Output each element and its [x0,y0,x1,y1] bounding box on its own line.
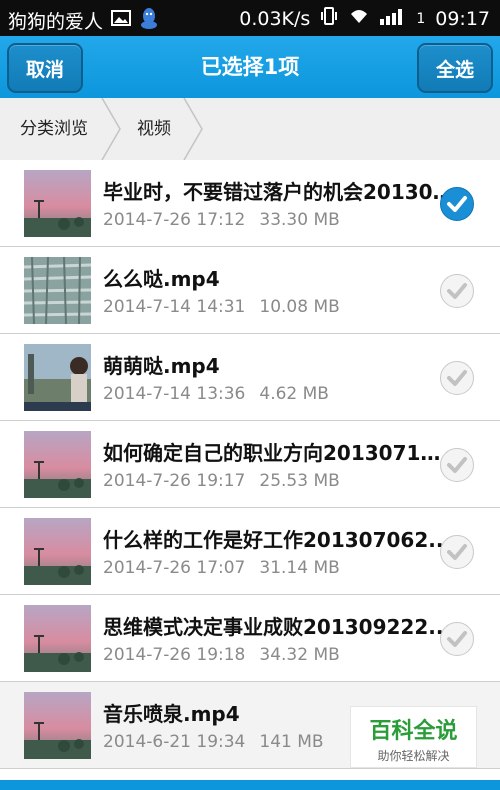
file-row[interactable]: 什么样的工作是好工作201307062... 2014-7-26 17:07 31… [0,508,500,595]
file-date: 2014-7-26 17:07 [103,558,246,578]
file-size: 10.08 MB [259,297,340,317]
file-meta: 2014-7-26 17:07 31.14 MB [103,558,340,578]
cancel-button[interactable]: 取消 [7,43,83,93]
file-list: 毕业时，不要错过落户的机会20130... 2014-7-26 17:12 33.… [0,160,500,769]
file-meta: 2014-7-26 17:12 33.30 MB [103,210,340,230]
checkmark-icon [447,196,467,212]
file-size: 4.62 MB [259,384,329,404]
breadcrumb-item-category[interactable]: 分类浏览 [20,98,88,160]
checkmark-icon [447,631,467,647]
checkmark-icon [447,544,467,560]
checkmark-icon [447,283,467,299]
file-meta: 2014-7-14 13:36 4.62 MB [103,384,329,404]
vibrate-icon [320,6,338,31]
bottom-bar [0,780,500,790]
status-bar: 狗狗的爱人 0.03K/s 1 09:17 [0,0,500,36]
video-thumbnail [24,344,91,411]
file-name: 思维模式决定事业成败201309222... [103,615,452,639]
file-meta: 2014-7-14 14:31 10.08 MB [103,297,340,317]
file-row[interactable]: 毕业时，不要错过落户的机会20130... 2014-7-26 17:12 33.… [0,160,500,247]
select-checkbox[interactable] [440,361,474,395]
file-name: 萌萌哒.mp4 [103,354,220,378]
file-row[interactable]: 么么哒.mp4 2014-7-14 14:31 10.08 MB [0,247,500,334]
watermark-subtitle: 助你轻松解决 [377,749,450,763]
file-date: 2014-7-26 17:12 [103,210,246,230]
qq-icon [139,6,159,35]
checkmark-icon [447,370,467,386]
file-name: 毕业时，不要错过落户的机会20130... [103,180,453,204]
wifi-icon [348,7,370,30]
video-thumbnail [24,257,91,324]
notification-text: 狗狗的爱人 [8,11,104,33]
select-checkbox[interactable] [440,187,474,221]
file-name: 么么哒.mp4 [103,267,220,291]
breadcrumb-separator-icon [183,98,203,160]
file-row[interactable]: 萌萌哒.mp4 2014-7-14 13:36 4.62 MB [0,334,500,421]
checkmark-icon [447,457,467,473]
file-size: 141 MB [259,732,324,752]
file-row[interactable]: 思维模式决定事业成败201309222... 2014-7-26 19:18 34… [0,595,500,682]
breadcrumb-separator-icon [101,98,121,160]
select-checkbox[interactable] [440,535,474,569]
file-name: 什么样的工作是好工作201307062... [103,528,452,552]
video-thumbnail [24,692,91,759]
title-bar: 已选择1项 取消 全选 [0,36,500,98]
video-thumbnail [24,605,91,672]
file-row[interactable]: 如何确定自己的职业方向20130719... 2014-7-26 19:17 25… [0,421,500,508]
file-meta: 2014-7-26 19:17 25.53 MB [103,471,340,491]
file-date: 2014-7-14 14:31 [103,297,246,317]
watermark-title: 百科全说 [369,719,458,744]
file-date: 2014-7-26 19:18 [103,645,246,665]
video-thumbnail [24,518,91,585]
file-size: 34.32 MB [259,645,340,665]
file-meta: 2014-7-26 19:18 34.32 MB [103,645,340,665]
file-date: 2014-6-21 19:34 [103,732,246,752]
select-checkbox[interactable] [440,622,474,656]
file-size: 31.14 MB [259,558,340,578]
breadcrumb: 分类浏览 视频 [0,98,500,161]
clock: 09:17 [435,7,490,30]
file-meta: 2014-6-21 19:34 141 MB [103,732,324,752]
signal-icon [380,7,406,30]
sim-number: 1 [416,10,426,27]
network-speed: 0.03K/s [239,7,311,30]
video-thumbnail [24,431,91,498]
video-thumbnail [24,170,91,237]
file-name: 如何确定自己的职业方向20130719... [103,441,453,465]
image-icon [111,9,132,32]
file-date: 2014-7-26 19:17 [103,471,246,491]
breadcrumb-item-video[interactable]: 视频 [137,98,171,160]
file-date: 2014-7-14 13:36 [103,384,246,404]
file-size: 33.30 MB [259,210,340,230]
file-size: 25.53 MB [259,471,340,491]
select-checkbox[interactable] [440,274,474,308]
select-all-button[interactable]: 全选 [417,43,493,93]
watermark-logo: 百科全说 助你轻松解决 [350,706,477,768]
select-checkbox[interactable] [440,448,474,482]
